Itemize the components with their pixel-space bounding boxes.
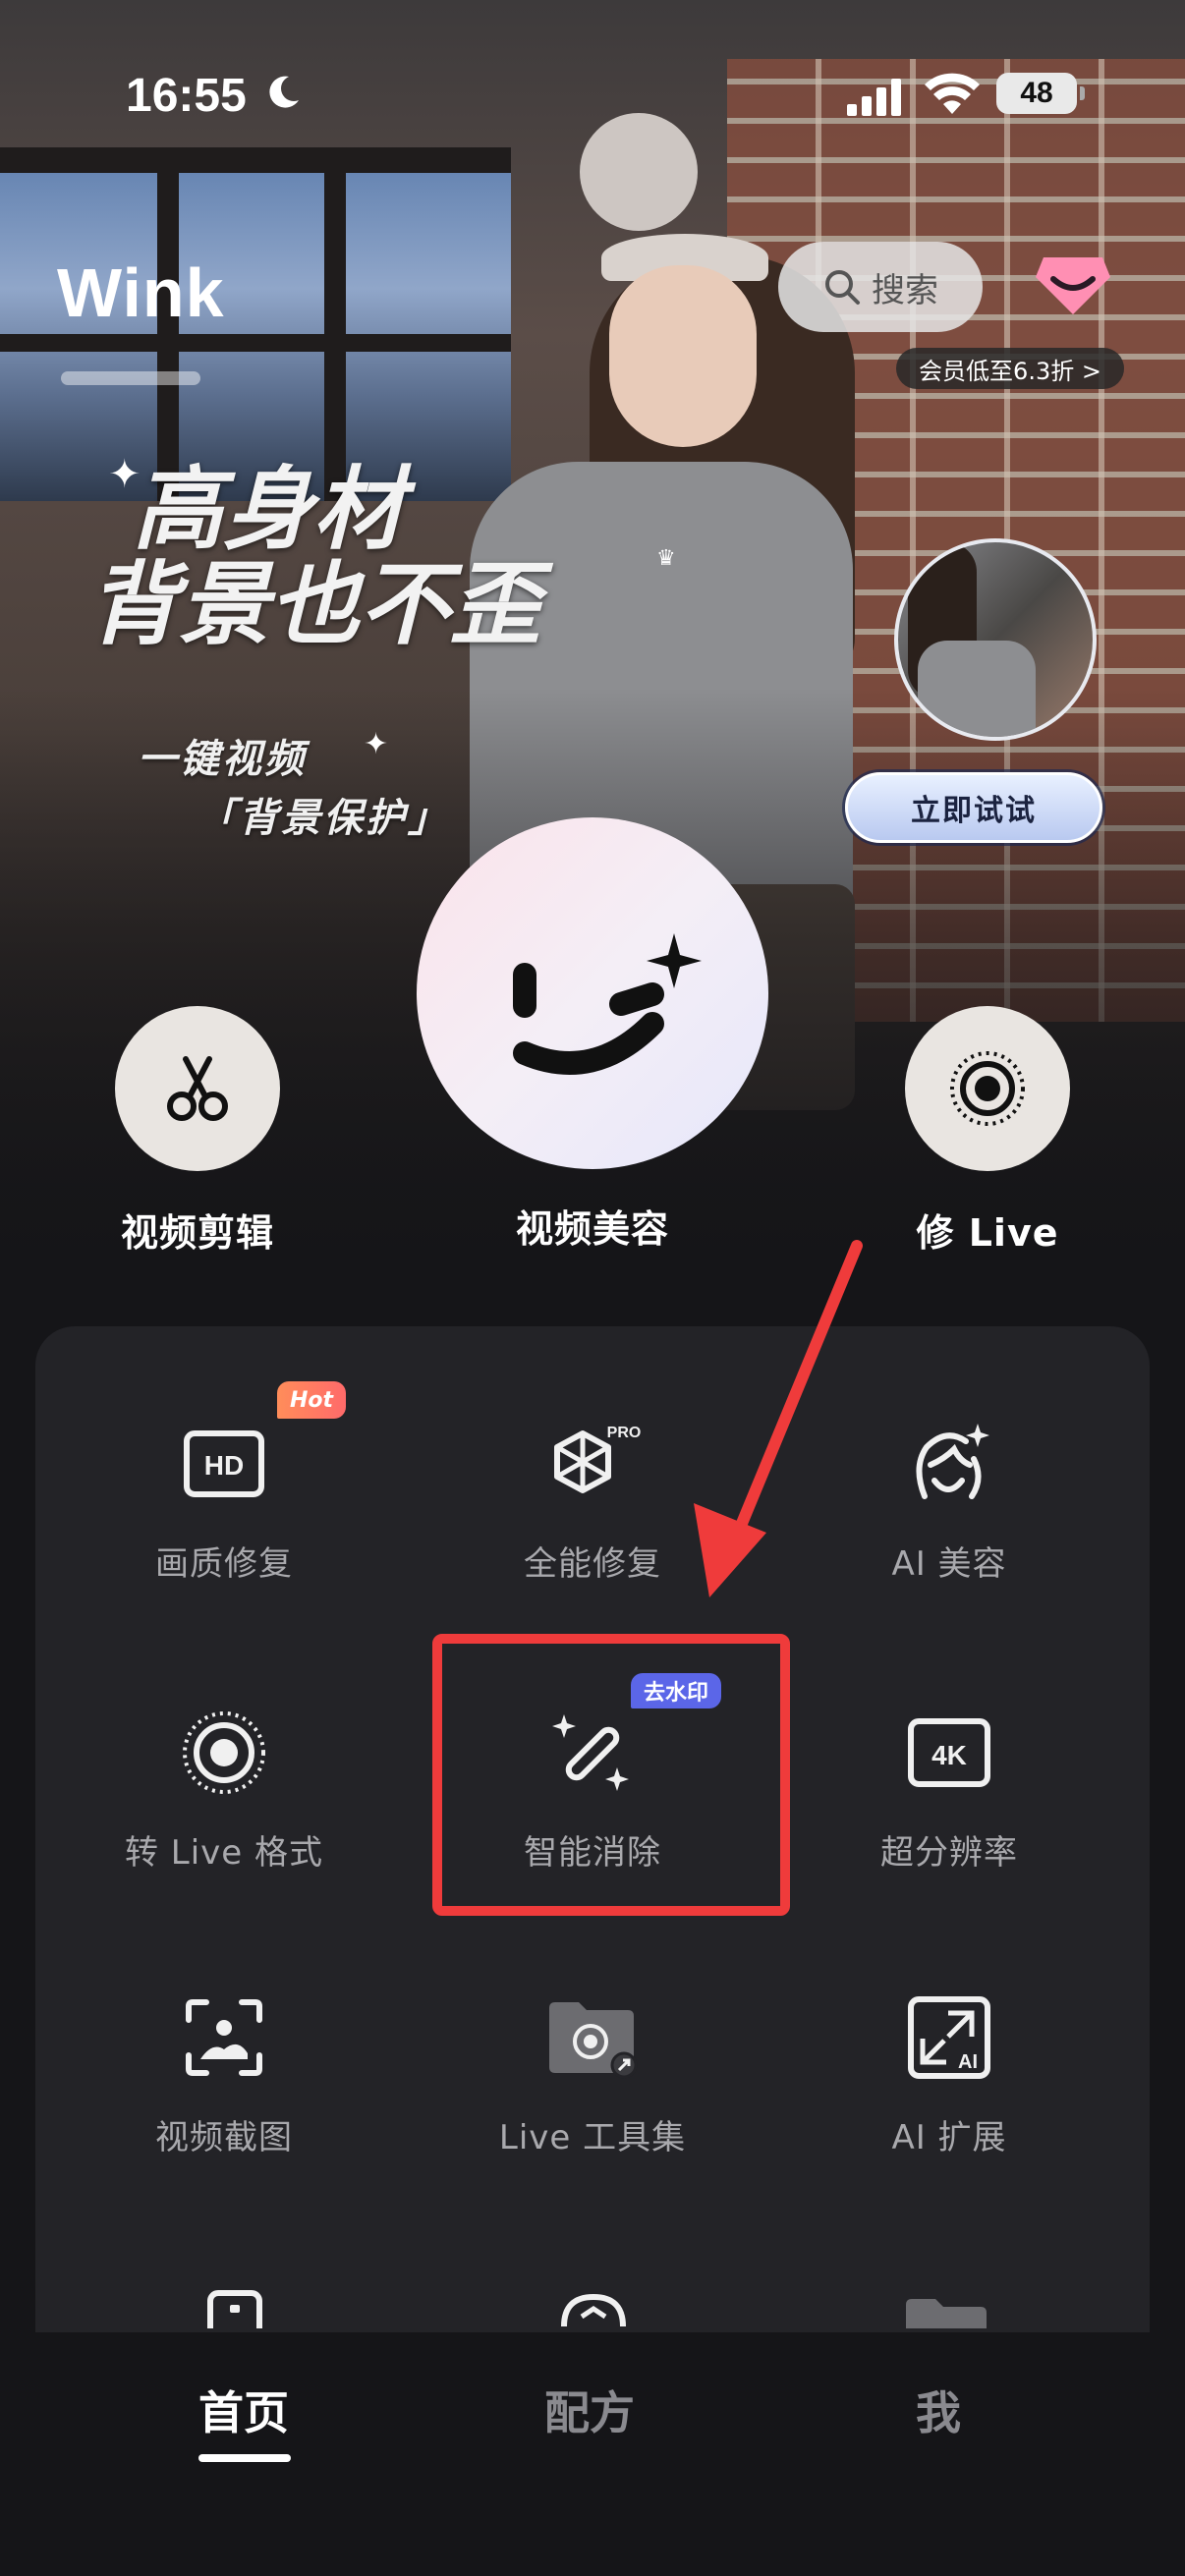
hd-icon: HD (184, 1430, 264, 1497)
tool-live-toolset[interactable]: Live 工具集 (445, 1988, 740, 2185)
nav-profile[interactable]: 我 (916, 2378, 961, 2442)
hot-badge: Hot (277, 1381, 346, 1419)
svg-text:AI: AI (958, 2051, 978, 2073)
hero-title-line2: 背景也不歪 (88, 550, 541, 657)
live-format-icon (183, 1711, 265, 1794)
live-edit-button[interactable]: 修 Live (894, 1006, 1081, 1257)
tool-live-format-label: 转 Live 格式 (124, 1833, 324, 1873)
app-logo: Wink (57, 254, 225, 331)
sparkle-icon: ✦ (364, 727, 389, 761)
vip-promo-banner[interactable]: 会员低至6.3折 > (896, 348, 1124, 389)
video-beauty-button[interactable] (417, 817, 768, 1169)
tool-all-repair[interactable]: PRO 全能修复 (445, 1415, 740, 1611)
tool-ai-beauty[interactable]: AI 美容 (802, 1415, 1097, 1611)
video-beauty-label: 视频美容 (515, 1207, 669, 1251)
svg-text:4K: 4K (931, 1740, 967, 1770)
tool-video-screenshot-label: 视频截图 (155, 2118, 293, 2157)
tool-ai-expand[interactable]: AI AI 扩展 (802, 1988, 1097, 2185)
highlight-box (432, 1634, 790, 1916)
tool-super-resolution-label: 超分辨率 (880, 1833, 1018, 1873)
crown-icon: ♛ (656, 546, 676, 571)
tool-ai-beauty-label: AI 美容 (891, 1544, 1007, 1584)
live-folder-icon (549, 2002, 638, 2079)
battery-indicator: 48 (996, 73, 1085, 114)
tool-ai-expand-label: AI 扩展 (891, 2118, 1007, 2157)
bottom-navigation: 首页 配方 我 (0, 2332, 1185, 2576)
screenshot-icon (186, 1999, 262, 2076)
live-edit-label: 修 Live (916, 1211, 1059, 1255)
live-ring-icon (950, 1051, 1025, 1126)
model-face (609, 265, 757, 447)
lamp-decoration (580, 113, 698, 231)
wifi-icon (925, 73, 980, 114)
smile-logo-icon (513, 933, 702, 1075)
nav-home[interactable]: 首页 (198, 2378, 289, 2442)
try-now-button[interactable]: 立即试试 (845, 772, 1102, 843)
moon-icon (269, 76, 299, 108)
tool-live-format[interactable]: 转 Live 格式 (77, 1704, 371, 1900)
status-time: 16:55 (126, 70, 247, 122)
svg-text:PRO: PRO (607, 1425, 642, 1441)
tool-all-repair-label: 全能修复 (524, 1544, 661, 1584)
hero-title: 高身材 背景也不歪 (88, 462, 540, 651)
phone-tool-icon[interactable] (200, 2289, 269, 2328)
cellular-signal-icon (847, 79, 901, 116)
nav-recipes[interactable]: 配方 (544, 2378, 635, 2442)
tool-quality-repair[interactable]: HD 画质修复 (77, 1415, 371, 1611)
video-edit-label: 视频剪辑 (120, 1211, 274, 1255)
search-button[interactable]: 搜索 (778, 242, 983, 332)
svg-text:HD: HD (204, 1450, 244, 1481)
search-label: 搜索 (872, 270, 938, 310)
hero-tag: 「背景保护」 (197, 795, 450, 841)
tool-video-screenshot[interactable]: 视频截图 (77, 1988, 371, 2185)
video-beauty-label-wrap: 视频美容 (472, 1199, 713, 1253)
ai-face-icon (916, 1424, 989, 1499)
pro-cube-icon: PRO (554, 1425, 642, 1493)
video-edit-button[interactable]: 视频剪辑 (114, 1006, 281, 1257)
hero-subtitle: 一键视频 (138, 736, 307, 782)
vip-diamond-icon[interactable] (1034, 250, 1112, 318)
tool-live-toolset-label: Live 工具集 (498, 2118, 687, 2157)
banner-page-indicator (61, 371, 200, 385)
effect-tool-icon[interactable] (554, 2287, 633, 2328)
scissors-icon (167, 1056, 228, 1121)
before-after-preview (894, 538, 1097, 741)
hero-title-line1: 高身材 (133, 456, 405, 562)
nav-active-indicator (198, 2454, 291, 2462)
ai-expand-icon: AI (908, 1996, 990, 2079)
tool-super-resolution[interactable]: 4K 超分辨率 (802, 1704, 1097, 1900)
4k-icon: 4K (908, 1718, 990, 1787)
search-icon (825, 270, 860, 305)
folder-tool-icon[interactable] (902, 2289, 990, 2328)
tool-quality-repair-label: 画质修复 (155, 1544, 293, 1584)
